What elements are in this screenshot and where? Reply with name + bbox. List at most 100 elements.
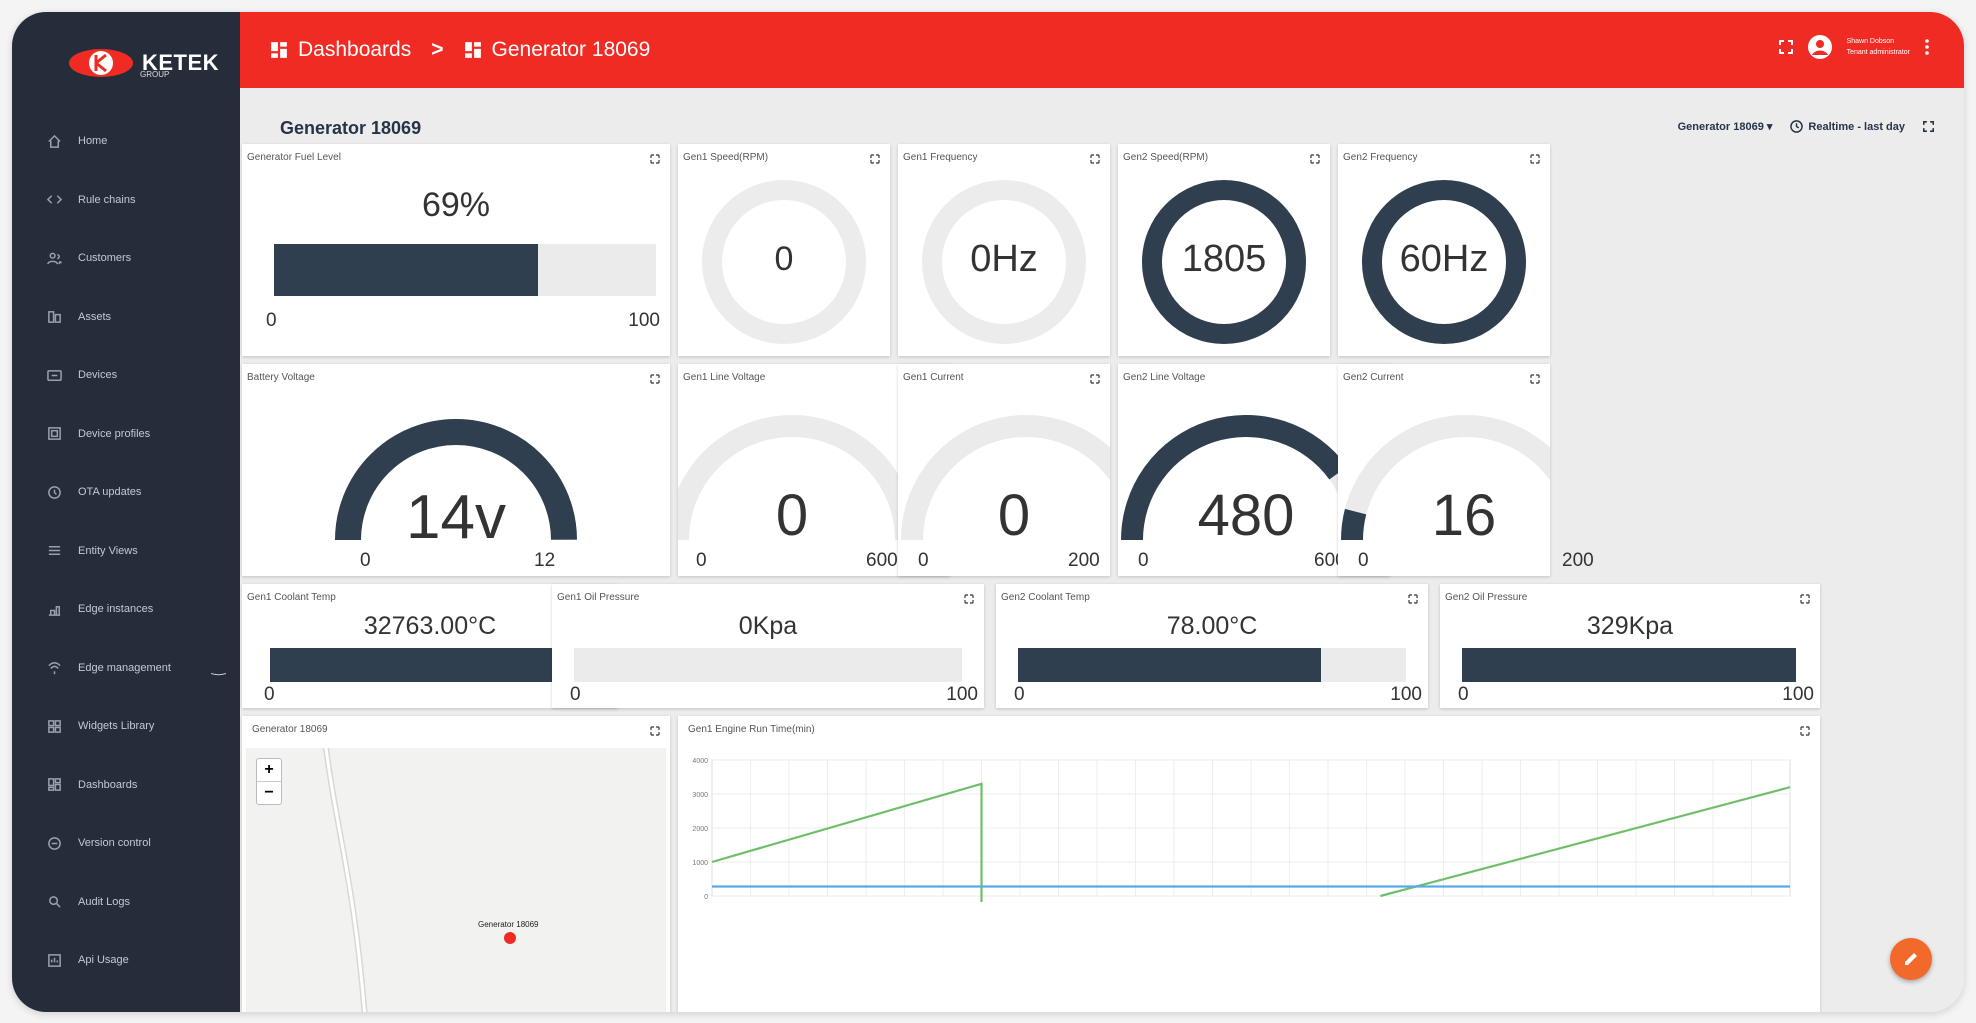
entity-selector[interactable]: Generator 18069 ▾: [1678, 120, 1773, 133]
y-tick-label: 4000: [692, 758, 708, 765]
widget-gen2-oil-pressure: Gen2 Oil Pressure 329Kpa 0 100: [1440, 584, 1820, 708]
sidebar-item-devices[interactable]: Devices: [12, 346, 240, 405]
scale-max: 600: [866, 550, 898, 571]
sidebar-item-label: Assets: [78, 310, 112, 323]
widget-gen1-current: Gen1 Current 0 0 200: [898, 364, 1110, 576]
widget-title: Gen1 Oil Pressure: [557, 592, 640, 603]
sidebar-item-label: Audit Logs: [78, 895, 130, 908]
sidebar-item-dashboards[interactable]: Dashboards: [12, 756, 240, 815]
dial-value: 60Hz: [1399, 238, 1489, 280]
scale-max: 200: [1562, 550, 1594, 571]
device-profile-icon: [48, 427, 61, 441]
widget-engine-run-time: Gen1 Engine Run Time(min) 4000 3000 2000 10…: [678, 716, 1820, 1012]
app-window: KETEK GROUP Home Rule chains Customers A…: [12, 12, 1964, 1012]
expand-icon[interactable]: [1800, 726, 1810, 736]
widget-battery-voltage: Battery Voltage 14v 0 12: [242, 364, 670, 576]
gauge-value: 480: [1197, 483, 1295, 548]
expand-icon[interactable]: [1408, 594, 1418, 604]
widget-title: Gen1 Coolant Temp: [247, 592, 336, 603]
scale-max: 200: [1068, 550, 1100, 571]
home-icon: [48, 134, 61, 148]
expand-icon[interactable]: [650, 726, 660, 736]
sidebar-item-edge-management[interactable]: Edge management: [12, 639, 240, 698]
widget-gen2-current: Gen2 Current 16 0 200: [1338, 364, 1594, 576]
widget-gen1-speed: Gen1 Speed(RPM) 0: [678, 144, 890, 356]
bar-track: [1462, 648, 1796, 682]
sidebar-item-label: Dashboards: [78, 778, 138, 791]
y-tick-label: 0: [704, 894, 708, 901]
account-icon[interactable]: [1807, 34, 1833, 60]
fuel-value: 69%: [421, 186, 491, 224]
sidebar-item-customers[interactable]: Customers: [12, 229, 240, 288]
chevron-down-icon[interactable]: [211, 667, 226, 682]
sidebar-item-label: Version control: [78, 837, 151, 850]
bar-fill: [1462, 648, 1796, 682]
expand-icon[interactable]: [964, 594, 974, 604]
breadcrumb: Dashboards > Generator 18069: [270, 38, 650, 62]
api-usage-icon: [48, 953, 61, 967]
user-info[interactable]: Shawn Dobson Tenant administrator: [1847, 36, 1910, 58]
dial-value: 1805: [1181, 238, 1267, 280]
code-icon: [47, 195, 62, 205]
ketek-logo-icon: [69, 49, 133, 77]
sidebar-nav: Home Rule chains Customers Assets Device…: [12, 112, 240, 990]
sidebar-item-device-profiles[interactable]: Device profiles: [12, 405, 240, 464]
fullscreen-icon[interactable]: [1923, 121, 1934, 132]
timewindow-selector[interactable]: Realtime - last day: [1790, 120, 1905, 133]
edit-icon: [1905, 953, 1917, 965]
map-marker-icon[interactable]: [502, 928, 518, 944]
sidebar-item-label: Customers: [78, 252, 132, 265]
sidebar-item-api-usage[interactable]: Api Usage: [12, 931, 240, 990]
bar-fill: [1018, 648, 1321, 682]
zoom-in-button[interactable]: +: [257, 759, 281, 782]
sidebar-item-assets[interactable]: Assets: [12, 288, 240, 347]
sidebar-item-entity-views[interactable]: Entity Views: [12, 522, 240, 581]
dashboard-title: Generator 18069: [280, 118, 422, 138]
fullscreen-icon[interactable]: [1778, 40, 1793, 54]
top-right-controls: Shawn Dobson Tenant administrator: [1778, 34, 1930, 60]
sidebar-item-rule-chains[interactable]: Rule chains: [12, 171, 240, 230]
expand-icon[interactable]: [1800, 594, 1810, 604]
breadcrumb-dashboards[interactable]: Dashboards: [298, 38, 411, 62]
sidebar-item-audit-logs[interactable]: Audit Logs: [12, 873, 240, 932]
widget-gen1-oil-pressure: Gen1 Oil Pressure 0Kpa 0 100: [552, 584, 984, 708]
runtime-line-chart: 4000 3000 2000 1000 0: [692, 758, 1791, 902]
widgets-icon: [48, 719, 61, 733]
audit-logs-icon: [49, 896, 61, 908]
sidebar-item-label: OTA updates: [78, 486, 142, 499]
fuel-bar-fill: [274, 244, 538, 296]
sidebar-item-label: Api Usage: [78, 954, 129, 967]
map-canvas[interactable]: + − Generator 18069: [246, 748, 666, 1012]
dial-value: 0: [774, 240, 794, 278]
scale-min: 0: [696, 550, 707, 571]
widget-title: Gen2 Oil Pressure: [1445, 592, 1528, 603]
y-tick-label: 3000: [692, 792, 708, 799]
scale-min: 0: [264, 684, 275, 705]
sidebar-item-edge-instances[interactable]: Edge instances: [12, 580, 240, 639]
ota-icon: [48, 485, 61, 499]
scale-max: 100: [628, 310, 660, 331]
scale-max: 12: [534, 550, 556, 571]
fuel-bar-track: [274, 244, 656, 296]
entity-views-icon: [48, 546, 61, 556]
breadcrumb-separator: >: [431, 38, 444, 61]
sidebar-item-widgets-library[interactable]: Widgets Library: [12, 697, 240, 756]
widget-title: Generator 18069: [252, 724, 328, 735]
clock-icon: [1790, 120, 1804, 133]
expand-icon[interactable]: [650, 154, 660, 164]
bar-track: [270, 648, 592, 682]
sidebar-item-home[interactable]: Home: [12, 112, 240, 171]
zoom-out-button[interactable]: −: [257, 782, 281, 804]
widget-fuel-level: Generator Fuel Level 69% 0 100: [242, 144, 670, 356]
top-bar: Dashboards > Generator 18069 Shawn Dobso…: [240, 12, 1964, 88]
widget-title: Generator Fuel Level: [247, 152, 341, 163]
sidebar-item-ota-updates[interactable]: OTA updates: [12, 463, 240, 522]
scale-max: 100: [946, 684, 978, 705]
more-vert-icon[interactable]: [1924, 38, 1930, 56]
edit-button[interactable]: [1890, 938, 1932, 980]
version-control-icon: [48, 836, 61, 850]
sidebar-item-label: Device profiles: [78, 427, 151, 440]
brand-subtitle: GROUP: [140, 70, 170, 79]
edge-instances-icon: [48, 605, 61, 616]
sidebar-item-version-control[interactable]: Version control: [12, 814, 240, 873]
